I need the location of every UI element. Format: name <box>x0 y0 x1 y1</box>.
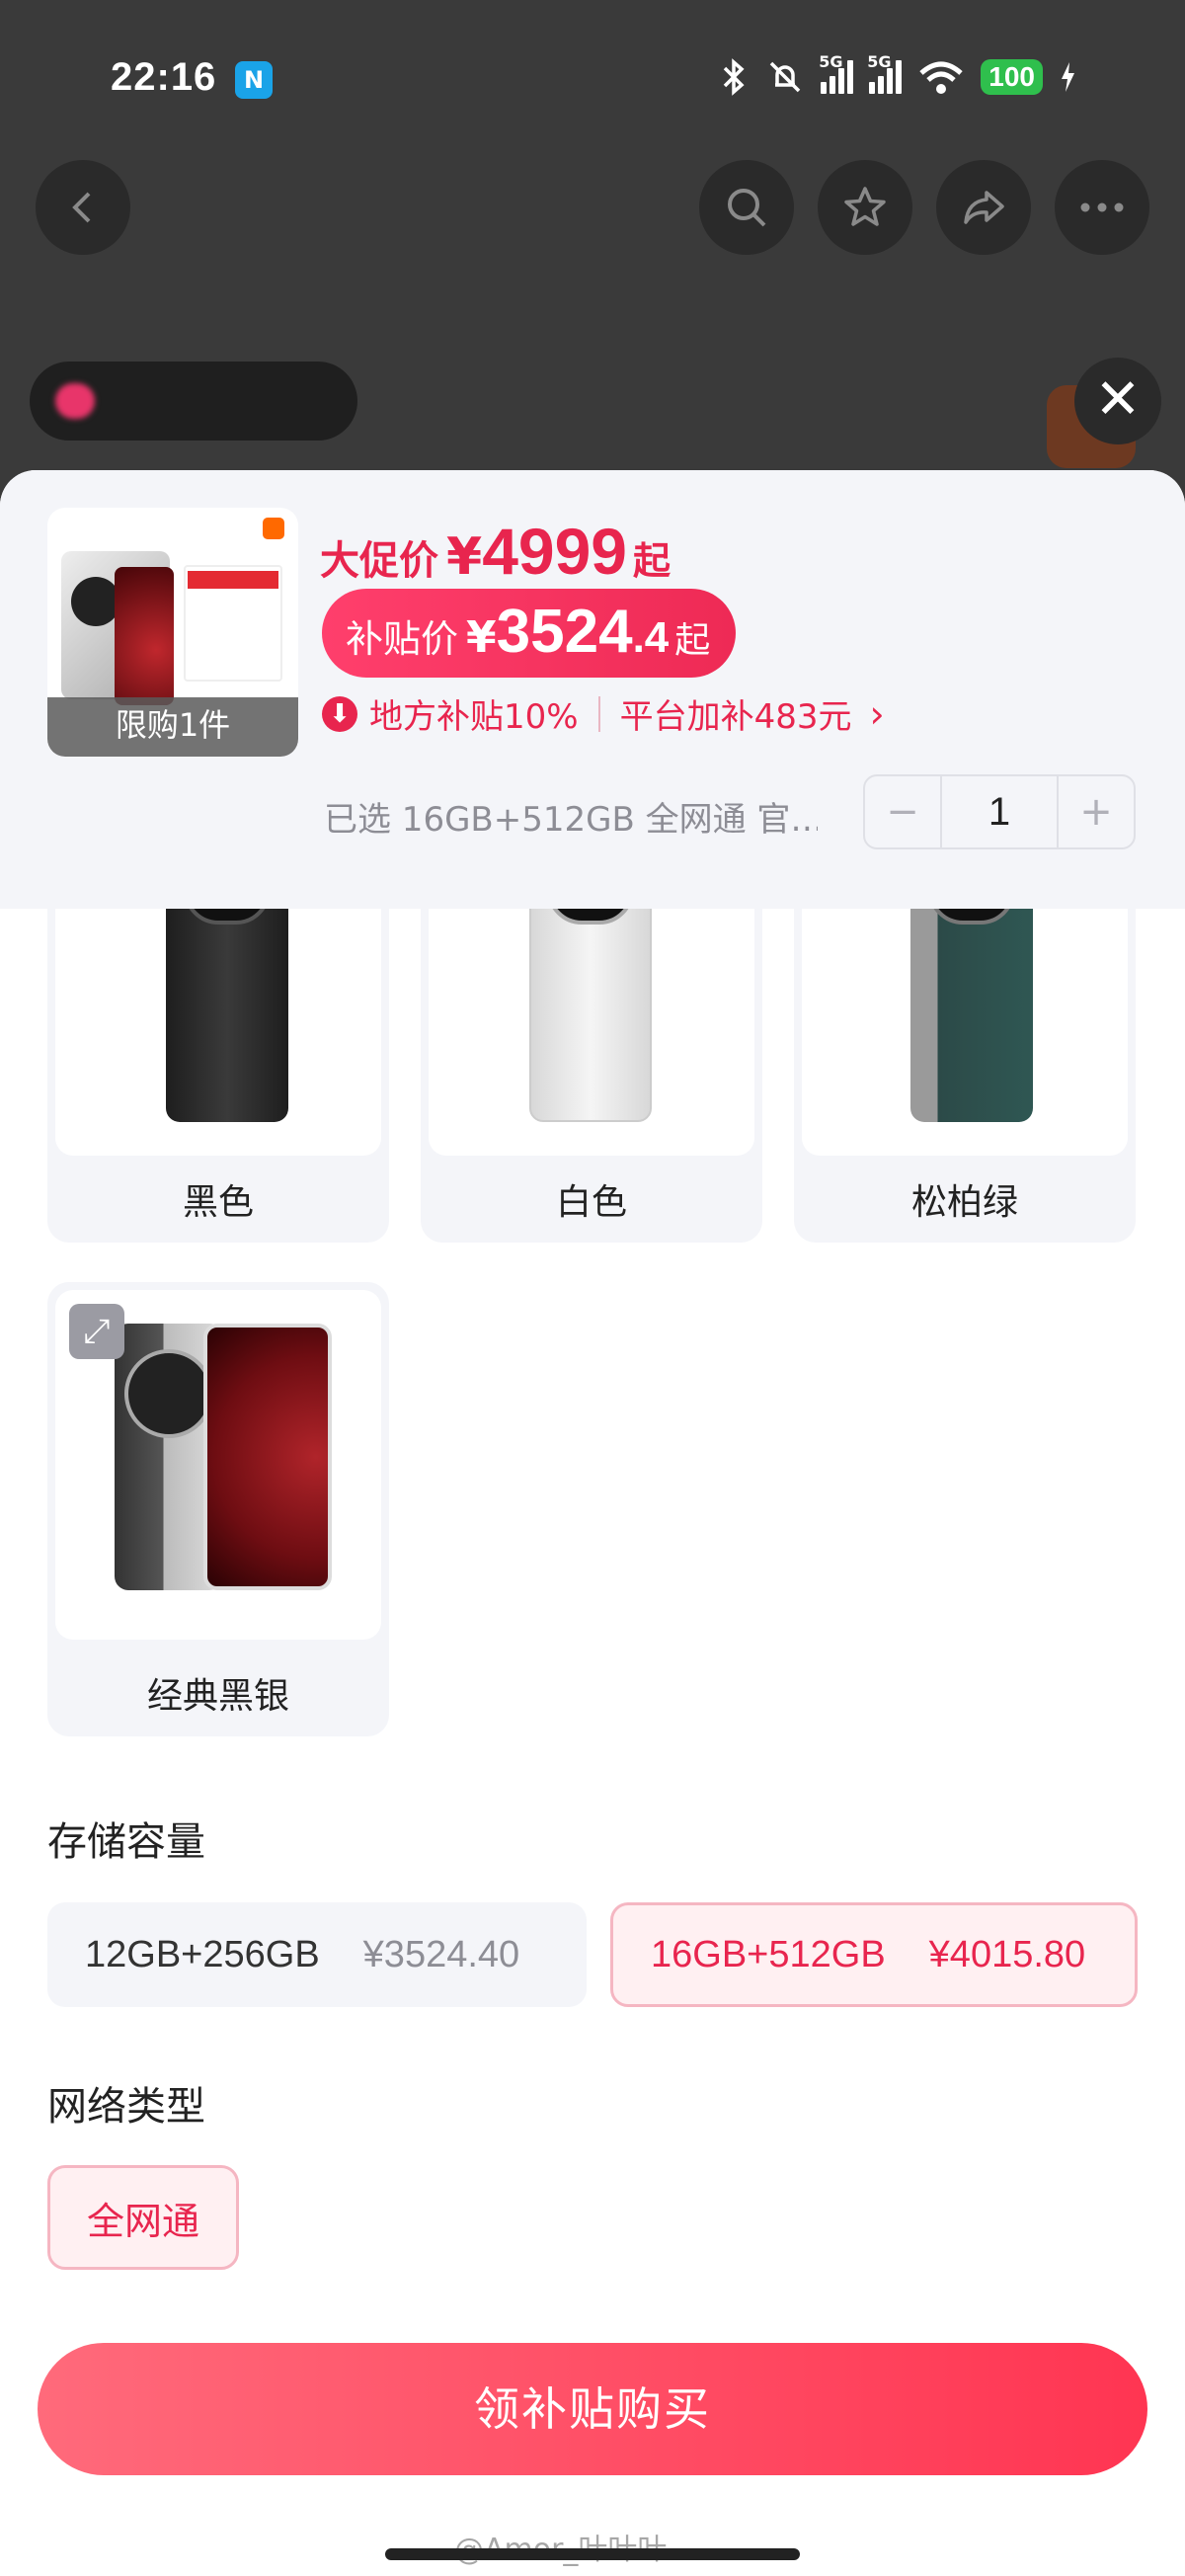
storage-section-title: 存储容量 <box>47 1819 205 1865</box>
subsidy-currency: ¥ <box>466 612 497 663</box>
sheet-header: 限购1件 大促价 ¥ 4999 起 补贴价 ¥ 3524 .4 起 ⬇ 地方补贴… <box>0 470 1185 909</box>
back-arrow-icon <box>72 192 91 223</box>
cell-signal-icon: 5G <box>819 52 854 94</box>
platform-subsidy-text: 平台加补483元 <box>619 697 852 737</box>
color-card-black[interactable]: 黑色 <box>47 865 389 1243</box>
buy-with-subsidy-button[interactable]: 领补贴购买 <box>38 2343 1147 2475</box>
divider <box>597 695 600 732</box>
charging-icon <box>1062 62 1074 92</box>
color-image-black <box>55 865 381 1156</box>
color-card-white[interactable]: 白色 <box>421 865 762 1243</box>
favorite-button[interactable] <box>818 160 912 255</box>
home-indicator[interactable] <box>385 2548 800 2560</box>
cell-signal-icon-2: 5G <box>867 52 903 94</box>
more-button[interactable] <box>1055 160 1149 255</box>
background-page: 22:16 N 5G 5G 100 <box>0 0 1185 514</box>
share-button[interactable] <box>936 160 1031 255</box>
nfc-icon: N <box>235 61 273 99</box>
status-icons: 5G 5G 100 <box>720 52 1076 97</box>
storage-price: ¥4015.80 <box>928 1933 1086 1975</box>
star-icon <box>844 187 886 226</box>
decrease-quantity-button[interactable]: − <box>865 776 940 847</box>
increase-quantity-button[interactable]: + <box>1059 776 1134 847</box>
local-subsidy-text: 地方补贴10% <box>369 697 579 737</box>
watermark: @Amor_叶叶叶 <box>454 2525 667 2568</box>
color-image-white <box>429 865 754 1156</box>
promo-price: 大促价 ¥ 4999 起 <box>320 514 671 589</box>
network-label-2: 5G <box>867 52 892 71</box>
storage-option-16-512[interactable]: 16GB+512GB ¥4015.80 <box>610 1902 1138 2007</box>
selected-sku-summary: 已选 16GB+512GB 全网通 官… <box>324 800 818 840</box>
subsidy-price-badge: 补贴价 ¥ 3524 .4 起 <box>322 589 737 678</box>
subsidy-suffix: 起 <box>674 620 711 661</box>
down-arrow-icon: ⬇ <box>322 695 357 732</box>
discount-details-link[interactable]: ⬇ 地方补贴10% 平台加补483元 › <box>322 689 885 738</box>
blurred-avatar <box>55 383 95 419</box>
quantity-stepper: − 1 + <box>863 774 1136 849</box>
mute-icon <box>770 61 801 93</box>
network-label: 5G <box>819 52 843 71</box>
share-icon <box>964 191 1004 224</box>
network-section-title: 网络类型 <box>47 2084 205 2130</box>
color-name: 经典黑银 <box>146 1676 289 1717</box>
wifi-icon <box>919 61 963 94</box>
more-icon <box>1080 202 1124 212</box>
color-image-classic: ⤢ <box>55 1290 381 1640</box>
search-button[interactable] <box>699 160 794 255</box>
color-name: 白色 <box>555 1182 627 1223</box>
subsidy-label: 补贴价 <box>346 617 459 661</box>
purchase-limit-badge: 限购1件 <box>47 697 298 757</box>
chevron-right-icon: › <box>869 691 885 736</box>
expand-icon[interactable]: ⤢ <box>69 1304 124 1359</box>
sku-selector-sheet: 黑色 白色 松柏绿 ⤢ 经典黑银 限购1件 大促价 ¥ 4999 起 补贴价 ¥… <box>0 470 1185 2576</box>
color-image-green <box>802 865 1128 1156</box>
network-option-label: 全网通 <box>86 2201 199 2243</box>
promo-currency: ¥ <box>446 527 483 587</box>
network-option-all[interactable]: 全网通 <box>47 2165 239 2270</box>
status-bar: 22:16 N 5G 5G 100 <box>0 49 1185 109</box>
color-card-classic[interactable]: ⤢ 经典黑银 <box>47 1282 389 1736</box>
storage-spec: 12GB+256GB <box>85 1933 320 1975</box>
subsidy-decimal: .4 <box>632 613 670 662</box>
status-time: 22:16 <box>111 55 217 99</box>
quantity-value[interactable]: 1 <box>940 776 1059 847</box>
promo-value: 4999 <box>482 515 628 588</box>
bluetooth-icon <box>724 58 745 96</box>
close-icon: ✕ <box>1094 367 1142 432</box>
color-name: 黑色 <box>182 1182 254 1223</box>
storage-spec: 16GB+512GB <box>651 1933 886 1975</box>
product-thumbnail: 限购1件 <box>47 508 298 757</box>
promo-suffix: 起 <box>633 539 672 583</box>
search-icon <box>728 189 766 227</box>
storage-option-12-256[interactable]: 12GB+256GB ¥3524.40 <box>47 1902 587 2007</box>
subsidy-value: 3524 <box>496 598 633 666</box>
color-name: 松柏绿 <box>910 1182 1018 1223</box>
battery-indicator: 100 <box>981 59 1043 95</box>
promo-label: 大促价 <box>320 538 438 584</box>
back-button[interactable] <box>36 160 130 255</box>
close-sheet-button[interactable]: ✕ <box>1074 358 1161 444</box>
color-card-green[interactable]: 松柏绿 <box>794 865 1136 1243</box>
storage-price: ¥3524.40 <box>362 1933 520 1975</box>
